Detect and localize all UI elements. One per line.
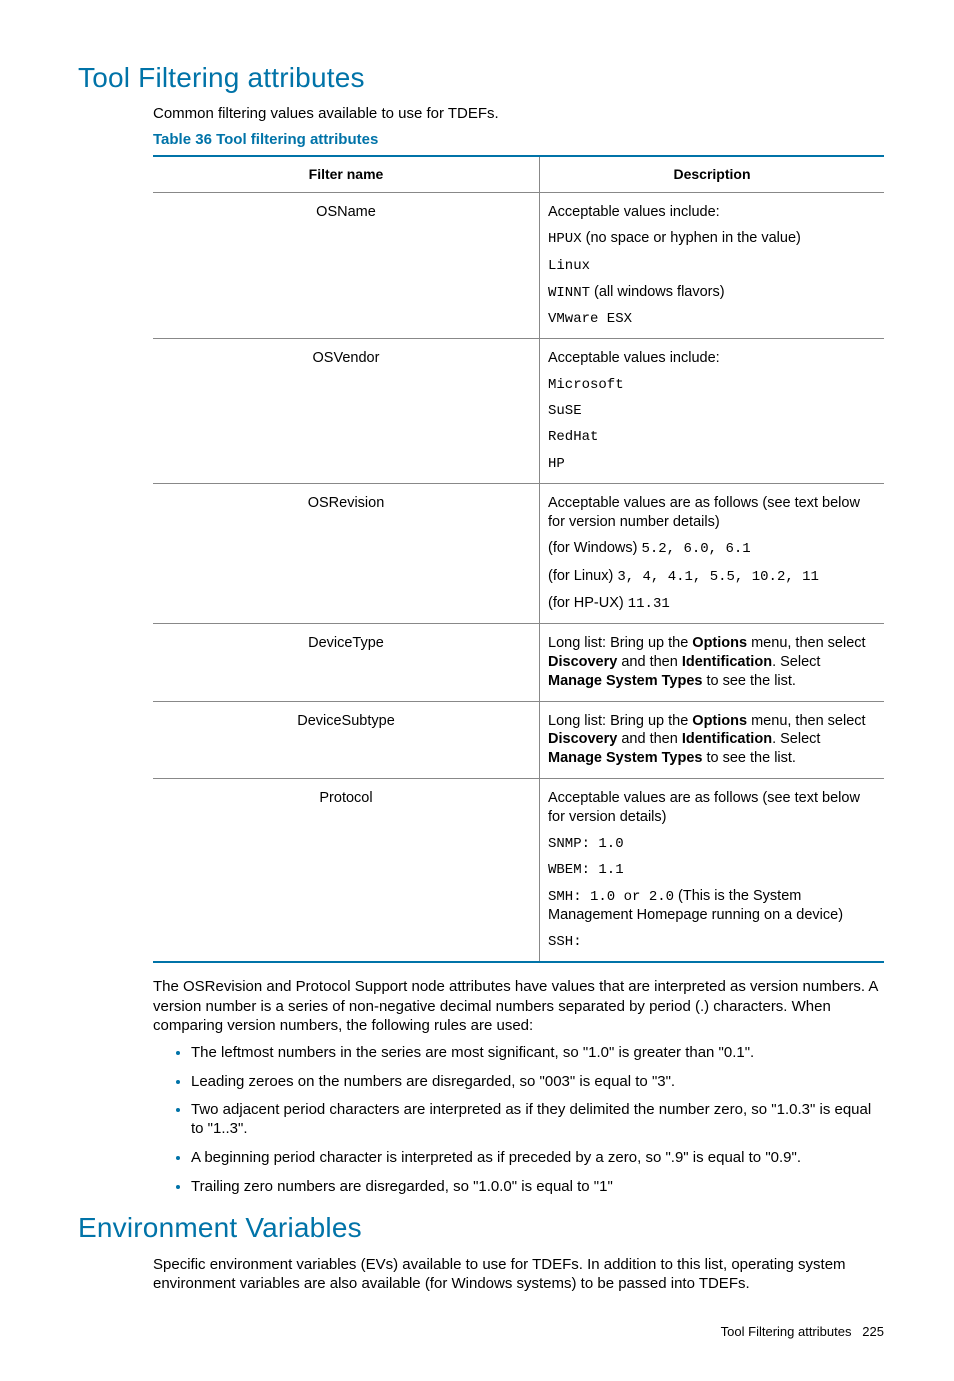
cell-description: Acceptable values include: HPUX (no spac… bbox=[540, 192, 885, 339]
env-paragraph: Specific environment variables (EVs) ava… bbox=[153, 1255, 884, 1294]
desc-bold: Options bbox=[692, 713, 747, 729]
cell-filter-name: OSName bbox=[153, 192, 540, 339]
table-row: OSVendor Acceptable values include: Micr… bbox=[153, 339, 884, 484]
desc-line: Acceptable values include: bbox=[548, 349, 876, 368]
desc-line: SSH: bbox=[548, 933, 876, 951]
table-row: OSRevision Acceptable values are as foll… bbox=[153, 483, 884, 623]
desc-text: to see the list. bbox=[702, 750, 796, 766]
desc-line: Acceptable values are as follows (see te… bbox=[548, 789, 876, 827]
table-row: OSName Acceptable values include: HPUX (… bbox=[153, 192, 884, 339]
rules-list: The leftmost numbers in the series are m… bbox=[153, 1044, 884, 1197]
desc-line: SNMP: 1.0 bbox=[548, 835, 876, 853]
th-filter-name: Filter name bbox=[153, 156, 540, 192]
footer-page-number: 225 bbox=[862, 1324, 884, 1339]
list-item: Trailing zero numbers are disregarded, s… bbox=[191, 1178, 884, 1197]
desc-text: (for Windows) bbox=[548, 540, 641, 556]
section-heading: Tool Filtering attributes bbox=[78, 60, 884, 96]
desc-bold: Identification bbox=[682, 731, 772, 747]
desc-line: SuSE bbox=[548, 402, 876, 420]
desc-line: Long list: Bring up the Options menu, th… bbox=[548, 634, 876, 691]
desc-bold: Identification bbox=[682, 654, 772, 670]
filtering-attributes-table: Filter name Description OSName Acceptabl… bbox=[153, 155, 884, 963]
footer-label: Tool Filtering attributes bbox=[721, 1324, 852, 1339]
desc-line: (for Windows) 5.2, 6.0, 6.1 bbox=[548, 539, 876, 558]
desc-line: RedHat bbox=[548, 428, 876, 446]
cell-description: Acceptable values are as follows (see te… bbox=[540, 779, 885, 963]
desc-line: Microsoft bbox=[548, 376, 876, 394]
desc-line: (for Linux) 3, 4, 4.1, 5.5, 10.2, 11 bbox=[548, 567, 876, 586]
desc-text: menu, then select bbox=[747, 635, 866, 651]
cell-description: Long list: Bring up the Options menu, th… bbox=[540, 624, 885, 702]
table-row: DeviceSubtype Long list: Bring up the Op… bbox=[153, 701, 884, 779]
table-row: Protocol Acceptable values are as follow… bbox=[153, 779, 884, 963]
desc-line: Acceptable values include: bbox=[548, 203, 876, 222]
desc-line: VMware ESX bbox=[548, 310, 876, 328]
desc-text: Long list: Bring up the bbox=[548, 635, 692, 651]
desc-text: . Select bbox=[772, 731, 820, 747]
code-text: WINNT bbox=[548, 285, 590, 301]
code-text: 11.31 bbox=[628, 596, 670, 612]
desc-text: (for HP-UX) bbox=[548, 595, 628, 611]
table-row: DeviceType Long list: Bring up the Optio… bbox=[153, 624, 884, 702]
code-text: 5.2, 6.0, 6.1 bbox=[641, 541, 750, 557]
cell-description: Acceptable values are as follows (see te… bbox=[540, 483, 885, 623]
page-footer: Tool Filtering attributes 225 bbox=[78, 1324, 884, 1341]
table-caption: Table 36 Tool filtering attributes bbox=[153, 130, 884, 150]
list-item: The leftmost numbers in the series are m… bbox=[191, 1044, 884, 1063]
desc-line: Acceptable values are as follows (see te… bbox=[548, 494, 876, 532]
desc-line: Linux bbox=[548, 257, 876, 275]
cell-filter-name: DeviceSubtype bbox=[153, 701, 540, 779]
desc-text: to see the list. bbox=[702, 673, 796, 689]
desc-bold: Manage System Types bbox=[548, 673, 702, 689]
code-text: HPUX bbox=[548, 231, 582, 247]
section-heading: Environment Variables bbox=[78, 1210, 884, 1246]
desc-line: (for HP-UX) 11.31 bbox=[548, 594, 876, 613]
desc-line: Long list: Bring up the Options menu, th… bbox=[548, 712, 876, 769]
code-text: SMH: 1.0 or 2.0 bbox=[548, 889, 674, 905]
desc-line: WINNT (all windows flavors) bbox=[548, 283, 876, 302]
th-description: Description bbox=[540, 156, 885, 192]
cell-filter-name: DeviceType bbox=[153, 624, 540, 702]
desc-bold: Options bbox=[692, 635, 747, 651]
desc-line: HPUX (no space or hyphen in the value) bbox=[548, 229, 876, 248]
desc-text: menu, then select bbox=[747, 713, 866, 729]
desc-text: (no space or hyphen in the value) bbox=[582, 230, 801, 246]
desc-text: and then bbox=[617, 654, 682, 670]
desc-text: Long list: Bring up the bbox=[548, 713, 692, 729]
desc-text: (all windows flavors) bbox=[590, 284, 725, 300]
cell-filter-name: OSRevision bbox=[153, 483, 540, 623]
list-item: Leading zeroes on the numbers are disreg… bbox=[191, 1073, 884, 1092]
intro-text: Common filtering values available to use… bbox=[153, 104, 884, 124]
desc-bold: Discovery bbox=[548, 731, 617, 747]
desc-line: WBEM: 1.1 bbox=[548, 861, 876, 879]
cell-description: Long list: Bring up the Options menu, th… bbox=[540, 701, 885, 779]
cell-filter-name: Protocol bbox=[153, 779, 540, 963]
cell-description: Acceptable values include: Microsoft SuS… bbox=[540, 339, 885, 484]
desc-line: SMH: 1.0 or 2.0 (This is the System Mana… bbox=[548, 887, 876, 925]
desc-line: HP bbox=[548, 455, 876, 473]
body-paragraph: The OSRevision and Protocol Support node… bbox=[153, 977, 884, 1036]
desc-bold: Discovery bbox=[548, 654, 617, 670]
desc-text: (for Linux) bbox=[548, 568, 617, 584]
desc-bold: Manage System Types bbox=[548, 750, 702, 766]
desc-text: and then bbox=[617, 731, 682, 747]
cell-filter-name: OSVendor bbox=[153, 339, 540, 484]
desc-text: . Select bbox=[772, 654, 820, 670]
list-item: Two adjacent period characters are inter… bbox=[191, 1101, 884, 1139]
code-text: 3, 4, 4.1, 5.5, 10.2, 11 bbox=[617, 569, 819, 585]
list-item: A beginning period character is interpre… bbox=[191, 1149, 884, 1168]
